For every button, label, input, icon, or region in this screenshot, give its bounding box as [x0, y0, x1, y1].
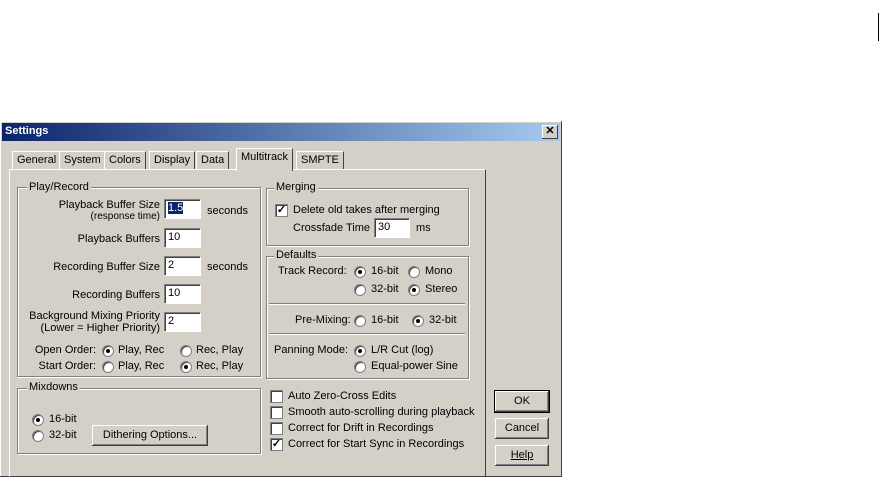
smooth-scroll-label: Smooth auto-scrolling during playback — [288, 406, 475, 418]
premixing-16bit-radio[interactable] — [354, 315, 366, 327]
ok-button[interactable]: OK — [494, 390, 550, 413]
correct-start-sync-checkbox[interactable]: ✓ — [270, 438, 283, 451]
tab-system[interactable]: System — [59, 151, 106, 170]
tab-multitrack[interactable]: Multitrack — [236, 148, 294, 171]
start-order-label: Start Order: — [38, 360, 96, 372]
open-order-rec-play-label: Rec, Play — [196, 344, 244, 356]
play-record-legend: Play/Record — [27, 181, 91, 193]
mixdown-16bit-label: 16-bit — [49, 413, 77, 425]
playback-buffers-label: Playback Buffers — [77, 233, 160, 245]
premixing-label: Pre-Mixing: — [295, 314, 351, 326]
defaults-legend: Defaults — [274, 249, 319, 261]
tab-smpte[interactable]: SMPTE — [296, 151, 344, 170]
premixing-32bit-label: 32-bit — [429, 314, 457, 326]
recording-buffer-size-input[interactable]: 2 — [164, 256, 201, 276]
dithering-options-button[interactable]: Dithering Options... — [92, 425, 208, 446]
bg-priority-label: Background Mixing Priority — [29, 310, 160, 322]
crossfade-time-unit: ms — [416, 222, 431, 234]
crossfade-time-input[interactable]: 30 — [374, 218, 410, 238]
merging-legend: Merging — [274, 181, 318, 193]
open-order-label: Open Order: — [34, 344, 96, 356]
open-order-rec-play-radio[interactable] — [180, 345, 192, 357]
correct-start-sync-label: Correct for Start Sync in Recordings — [288, 438, 465, 450]
playback-buffer-size-label: Playback Buffer Size — [58, 199, 160, 211]
help-button[interactable]: Help — [495, 445, 549, 466]
recording-buffer-size-unit: seconds — [207, 261, 248, 273]
defaults-separator-2 — [269, 333, 465, 335]
track-record-16bit-label: 16-bit — [371, 265, 399, 277]
track-record-32bit-label: 32-bit — [371, 283, 399, 295]
dialog-title: Settings — [5, 125, 49, 137]
mixdown-32bit-label: 32-bit — [49, 429, 77, 441]
smooth-scroll-checkbox[interactable] — [270, 406, 283, 419]
defaults-separator-1 — [269, 303, 465, 305]
recording-buffers-label: Recording Buffers — [72, 289, 160, 301]
auto-zero-cross-label: Auto Zero-Cross Edits — [288, 390, 397, 402]
cancel-button[interactable]: Cancel — [495, 418, 549, 439]
recording-buffer-size-label: Recording Buffer Size — [53, 261, 160, 273]
title-bar[interactable]: Settings ✕ — [2, 123, 560, 141]
crossfade-time-label: Crossfade Time — [293, 222, 371, 234]
track-record-16bit-radio[interactable] — [354, 266, 366, 278]
open-order-play-rec-label: Play, Rec — [118, 344, 165, 356]
delete-old-takes-checkbox[interactable]: ✓ — [275, 204, 288, 217]
panning-equal-power-radio[interactable] — [354, 361, 366, 373]
start-order-play-rec-radio[interactable] — [102, 361, 114, 373]
correct-drift-label: Correct for Drift in Recordings — [288, 422, 434, 434]
bg-priority-input[interactable]: 2 — [164, 312, 201, 332]
panning-equal-power-label: Equal-power Sine — [371, 360, 458, 372]
text-cursor — [878, 13, 879, 41]
start-order-rec-play-label: Rec, Play — [196, 360, 244, 372]
premixing-32bit-radio[interactable] — [412, 315, 424, 327]
premixing-16bit-label: 16-bit — [371, 314, 399, 326]
track-record-label: Track Record: — [278, 265, 347, 277]
panning-lr-cut-label: L/R Cut (log) — [371, 344, 434, 356]
recording-buffers-input[interactable]: 10 — [164, 284, 201, 304]
track-record-mono-radio[interactable] — [408, 266, 420, 278]
playback-buffer-size-value: 1.5 — [168, 202, 184, 214]
playback-buffer-size-input[interactable]: 1.5 — [164, 199, 201, 219]
start-order-rec-play-radio[interactable] — [180, 361, 192, 373]
bg-priority-sub: (Lower = Higher Priority) — [40, 322, 160, 334]
correct-drift-checkbox[interactable] — [270, 422, 283, 435]
merging-group — [266, 188, 469, 246]
track-record-stereo-radio[interactable] — [408, 284, 420, 296]
tab-data[interactable]: Data — [196, 151, 230, 170]
playback-buffer-size-unit: seconds — [207, 205, 248, 217]
track-record-mono-label: Mono — [425, 265, 453, 277]
mixdown-16bit-radio[interactable] — [32, 414, 44, 426]
tab-colors[interactable]: Colors — [104, 151, 146, 170]
tab-general[interactable]: General — [12, 151, 62, 170]
playback-buffer-size-sub: (response time) — [90, 211, 160, 222]
panning-mode-label: Panning Mode: — [274, 344, 348, 356]
track-record-stereo-label: Stereo — [425, 283, 458, 295]
mixdown-32bit-radio[interactable] — [32, 430, 44, 442]
start-order-play-rec-label: Play, Rec — [118, 360, 165, 372]
open-order-play-rec-radio[interactable] — [102, 345, 114, 357]
mixdowns-legend: Mixdowns — [27, 381, 80, 393]
delete-old-takes-label: Delete old takes after merging — [293, 204, 440, 216]
tab-display[interactable]: Display — [149, 151, 196, 170]
close-icon: ✕ — [545, 125, 555, 137]
auto-zero-cross-checkbox[interactable] — [270, 390, 283, 403]
close-button[interactable]: ✕ — [542, 125, 558, 139]
track-record-32bit-radio[interactable] — [354, 284, 366, 296]
playback-buffers-input[interactable]: 10 — [164, 228, 201, 248]
panning-lr-cut-radio[interactable] — [354, 345, 366, 357]
